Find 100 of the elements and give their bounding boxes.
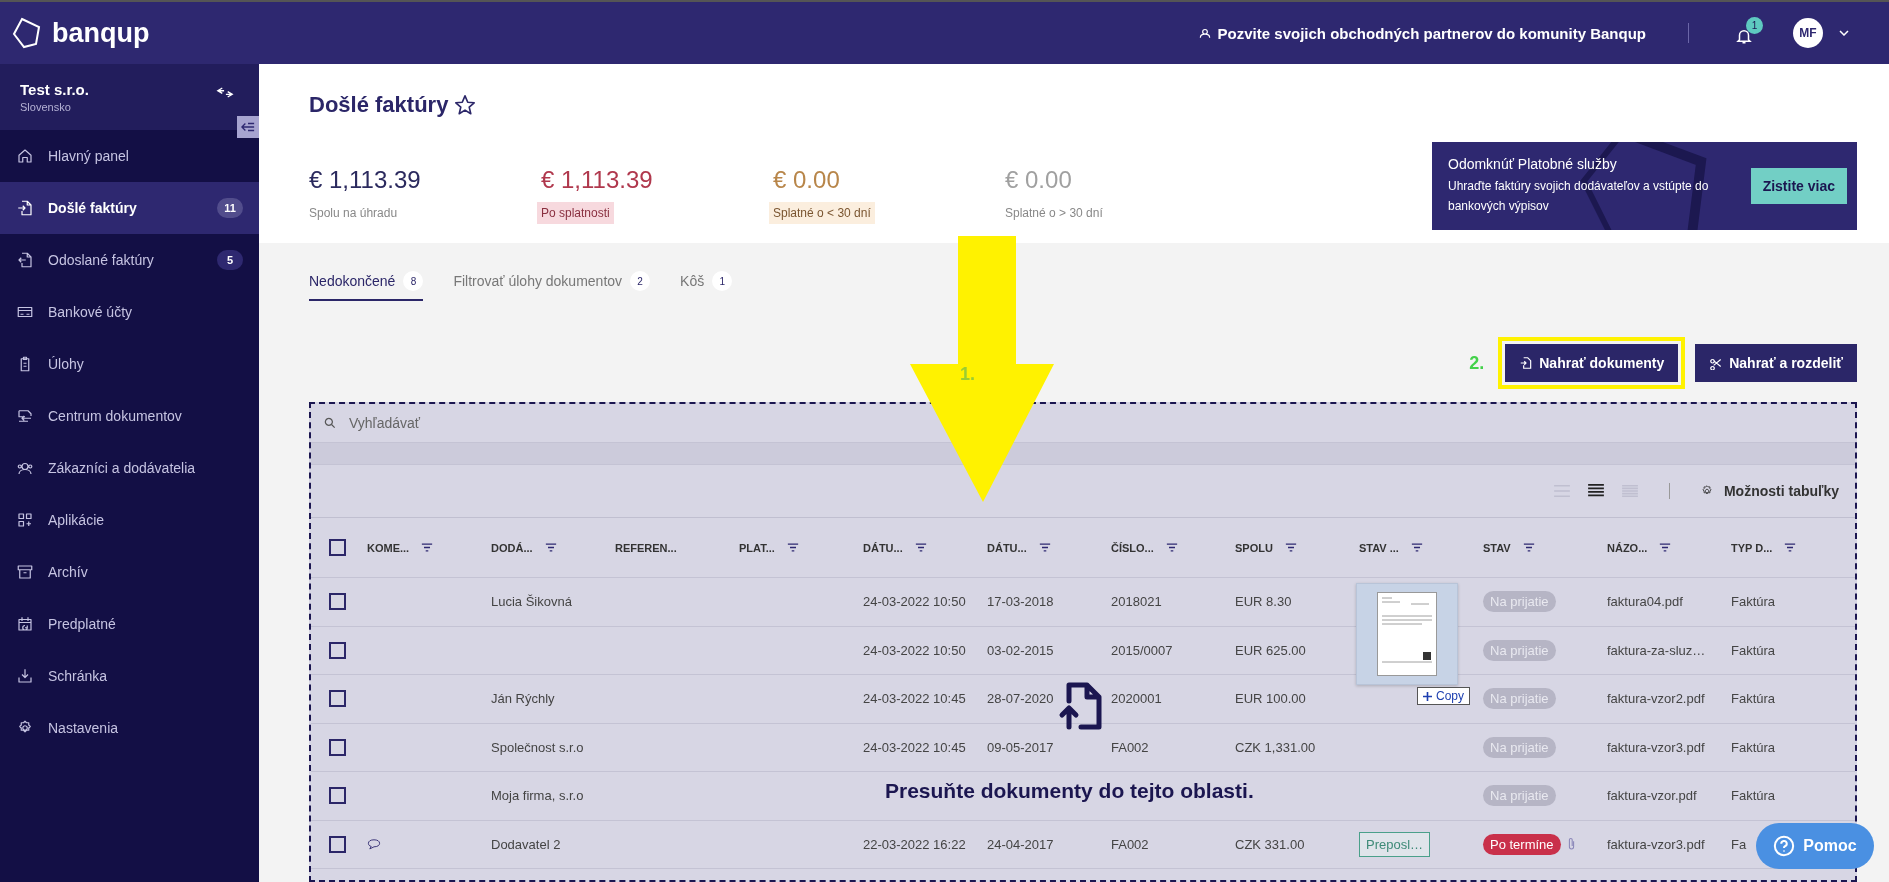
nav-icon [16,667,34,685]
sidebar-item[interactable]: Centrum dokumentov [0,390,259,442]
table-options-button[interactable]: Možnosti tabuľky [1699,483,1839,499]
row-checkbox[interactable] [329,593,346,611]
plus-icon [1423,691,1432,701]
table-cell: CZK 1,331.00 [1235,739,1316,755]
upload-split-button[interactable]: Nahrať a rozdeliť [1695,344,1857,382]
sidebar-item[interactable]: Úlohy [0,338,259,390]
stat-label: Spolu na úhradu [308,205,399,222]
count-badge: 5 [217,250,243,270]
table-cell: faktura-vzor3.pdf [1607,739,1705,755]
promo-title: Odomknúť Platobné služby [1448,156,1618,172]
sidebar-item[interactable]: Zákazníci a dodávatelia [0,442,259,494]
column-header[interactable]: REFEREN... [615,541,677,554]
column-header[interactable]: DÁTU... [863,541,903,554]
sidebar-item[interactable]: Schránka [0,650,259,702]
nav-label: Aplikácie [48,512,106,528]
filter-icon[interactable] [544,543,557,552]
table-cell: Faktúra [1731,739,1776,755]
filter-icon[interactable] [1410,543,1423,552]
filter-icon[interactable] [1165,543,1178,552]
user-avatar[interactable]: MF [1793,18,1823,48]
table-cell: faktura04.pdf [1607,594,1683,610]
swap-arrows-icon[interactable] [216,85,234,99]
tab[interactable]: Filtrovať úlohy dokumentov 2 [453,271,651,301]
table-cell: Faktúra [1731,788,1776,804]
filter-icon[interactable] [1038,543,1051,552]
sidebar-item[interactable]: Bankové účty [0,286,259,338]
filter-icon[interactable] [1284,543,1297,552]
sidebar-item[interactable]: Archív [0,546,259,598]
select-all-checkbox[interactable] [329,539,346,556]
search-icon [323,416,337,430]
notification-button[interactable]: 1 [1731,17,1763,49]
row-checkbox[interactable] [329,738,346,756]
column-header[interactable]: DÁTU... [987,541,1027,554]
column-header[interactable]: STAV ... [1359,541,1399,554]
nav-label: Centrum dokumentov [48,408,183,424]
row-checkbox[interactable] [329,641,346,659]
stat-amount: € 1,113.39 [309,166,422,194]
row-checkbox[interactable] [329,787,346,805]
table-cell: Faktúra [1731,594,1776,610]
row-checkbox[interactable] [329,835,346,853]
table-cell: Společnost s.r.o [491,739,584,755]
column-header[interactable]: ČÍSLO... [1111,541,1154,554]
company-name: Test s.r.o. [20,81,89,98]
tab[interactable]: Nedokončené 8 [309,271,424,301]
collapse-sidebar-button[interactable] [237,116,259,138]
sidebar-item[interactable]: Odoslané faktúry 5 [0,234,259,286]
column-header[interactable]: TYP D... [1731,541,1773,554]
stat-label: Splatné o < 30 dní [769,202,875,224]
table-cell: faktura-vzor3.pdf [1607,836,1705,852]
nav-icon [16,251,34,269]
table-cell: 2020001 [1111,691,1162,707]
column-header[interactable]: KOME... [367,541,410,554]
table-cell: FA002 [1111,739,1149,755]
upload-button[interactable]: Nahrať dokumenty [1505,344,1679,382]
column-header[interactable]: SPOLU [1235,541,1273,554]
nav-icon [16,147,34,165]
sidebar-item[interactable]: Aplikácie [0,494,259,546]
sidebar-item[interactable]: Hlavný panel [0,130,259,182]
table-cell: 2015/0007 [1111,642,1173,658]
column-header[interactable]: STAV [1483,541,1511,554]
collapse-arrow-icon [241,120,255,134]
filter-icon[interactable] [1522,543,1535,552]
row-checkbox[interactable] [329,690,346,708]
sidebar-item[interactable]: Nastavenia [0,702,259,754]
status-pill: Po termíne [1483,833,1561,855]
density-icon[interactable] [1586,484,1605,498]
stat-label: Splatné o > 30 dní [1004,205,1104,222]
filter-icon[interactable] [1659,543,1672,552]
star-icon[interactable] [454,94,477,116]
filter-icon[interactable] [1784,543,1797,552]
search-field[interactable]: Vyhľadávať [347,407,1843,439]
logo-text: banqup [52,17,150,49]
table-cell: 24-04-2017 [987,836,1054,852]
sidebar-item[interactable]: Predplatné [0,598,259,650]
stat-label: Po splatnosti [537,202,614,224]
filter-icon[interactable] [421,543,434,552]
paperclip-icon[interactable] [1566,837,1576,852]
tab[interactable]: Kôš 1 [680,271,733,301]
table-cell: Dodavatel 2 [491,836,561,852]
filter-icon[interactable] [914,543,927,552]
column-header[interactable]: NÁZO... [1607,541,1648,554]
nav-label: Schránka [48,668,109,684]
column-header[interactable]: PLAT... [739,541,775,554]
nav-icon [16,407,34,425]
caret-icon[interactable] [1839,30,1849,36]
notification-badge: 1 [1746,17,1763,34]
invite-link[interactable]: Pozvite svojich obchodných partnerov do komunity Banqup [1197,24,1646,42]
table-cell: faktura-vzor.pdf [1607,788,1697,804]
table-cell: faktura-vzor2.pdf [1607,691,1705,707]
filter-icon[interactable] [786,543,799,552]
column-header[interactable]: DODÁ... [491,541,533,554]
sidebar-item[interactable]: Došlé faktúry 11 [0,182,259,234]
table-cell: Fa [1731,836,1747,852]
comment-icon[interactable] [367,838,381,851]
table-cell: EUR 100.00 [1235,691,1306,707]
bell-icon [1735,27,1753,45]
learn-more-button[interactable]: Zistite viac [1750,168,1847,204]
table-cell: 24-03-2022 10:45 [863,691,966,707]
